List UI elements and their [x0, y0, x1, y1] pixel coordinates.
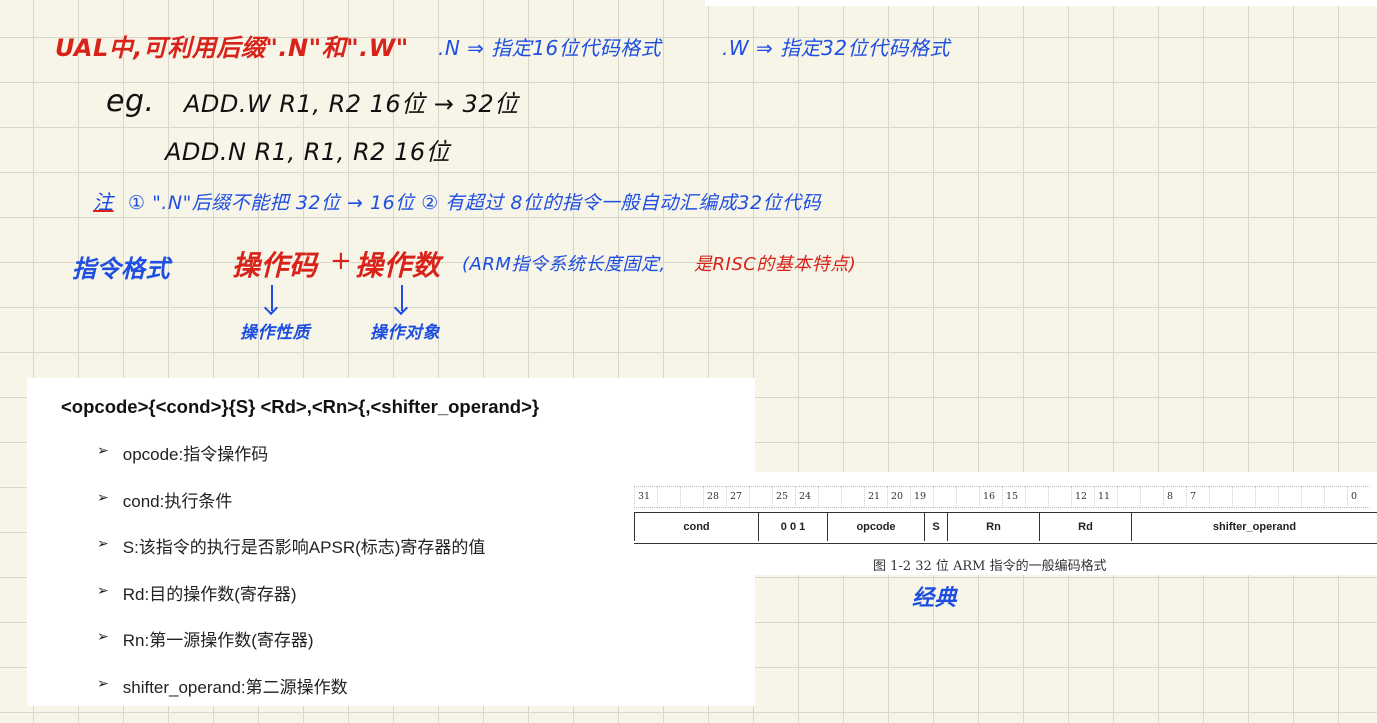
bit-label: [933, 486, 956, 508]
opcode-word: 操作码: [232, 249, 318, 282]
list-item: ➢ cond:执行条件: [97, 487, 485, 534]
arrow-bullet-icon: ➢: [97, 488, 109, 505]
list-item-text: cond:执行条件: [122, 491, 233, 511]
field-rn: Rn: [947, 513, 1039, 541]
bit-label: [1025, 486, 1048, 508]
note-label: 注: [93, 190, 114, 214]
bit-label: 25: [772, 486, 795, 508]
list-item-text: Rd:目的操作数(寄存器): [122, 584, 297, 604]
bit-number-row: 31 28 27 25 24 21 20 19 16 15 12 11 8 7 …: [634, 486, 1370, 508]
field-rd: Rd: [1039, 513, 1131, 541]
field-fixed-bits: 0 0 1: [758, 513, 827, 541]
list-item-text: S:该指令的执行是否影响APSR(标志)寄存器的值: [122, 538, 486, 557]
encoding-figure: 31 28 27 25 24 21 20 19 16 15 12 11 8 7 …: [628, 472, 1377, 575]
eg-line2: ADD.N R1, R1, R2 16位: [165, 138, 451, 166]
list-item-text: shifter_operand:第二源操作数: [122, 677, 348, 697]
field-list: ➢ opcode:指令操作码 ➢ cond:执行条件 ➢ S:该指令的执行是否影响AP…: [97, 440, 485, 719]
bit-label: 16: [979, 486, 1002, 508]
list-item: ➢ S:该指令的执行是否影响APSR(标志)寄存器的值: [97, 533, 485, 580]
bit-label: [657, 486, 680, 508]
bit-label: 12: [1071, 486, 1094, 508]
note-line1-n: .N ⇒ 指定16位代码格式: [438, 36, 662, 60]
down-arrow-icon: [401, 285, 403, 311]
pasted-image-edge: [705, 0, 1377, 6]
arrow-bullet-icon: ➢: [97, 674, 109, 691]
bit-label: [1301, 486, 1324, 508]
bit-label: 19: [910, 486, 933, 508]
list-item: ➢ shifter_operand:第二源操作数: [97, 673, 485, 720]
list-item: ➢ Rd:目的操作数(寄存器): [97, 580, 485, 627]
bit-label: 21: [864, 486, 887, 508]
eg-label: eg.: [106, 84, 155, 119]
bit-label: [1324, 486, 1347, 508]
list-item-text: Rn:第一源操作数(寄存器): [122, 631, 314, 650]
arrow-bullet-icon: ➢: [97, 628, 109, 644]
bit-label: 20: [887, 486, 910, 508]
arrow-bullet-icon: ➢: [97, 581, 109, 598]
bit-label: 28: [703, 486, 726, 508]
bit-label: [956, 486, 979, 508]
field-cond: cond: [634, 513, 758, 541]
bit-label: [1232, 486, 1255, 508]
arrow-bullet-icon: ➢: [97, 442, 109, 458]
bit-label: 27: [726, 486, 749, 508]
field-shifter-operand: shifter_operand: [1131, 513, 1377, 541]
bit-label: [749, 486, 772, 508]
field-s: S: [924, 513, 947, 541]
operand-note: 操作对象: [370, 323, 440, 343]
list-item-text: opcode:指令操作码: [122, 445, 269, 464]
bit-label: [841, 486, 864, 508]
bit-label: 8: [1163, 486, 1186, 508]
format-syntax: <opcode>{<cond>}{S} <Rd>,<Rn>{,<shifter_…: [61, 396, 540, 417]
bit-label: [1278, 486, 1301, 508]
bit-label: 24: [795, 486, 818, 508]
bit-label: [1209, 486, 1232, 508]
bit-label: 0: [1347, 486, 1370, 508]
instruction-format-label: 指令格式: [72, 255, 170, 283]
list-item: ➢ Rn:第一源操作数(寄存器): [97, 626, 485, 673]
note-line1-w: .W ⇒ 指定32位代码格式: [722, 36, 951, 60]
paren-note-red: 是RISC的基本特点): [694, 254, 857, 275]
arrow-bullet-icon: ➢: [97, 535, 109, 551]
bit-label: [1048, 486, 1071, 508]
operand-word: 操作数: [355, 249, 441, 282]
note-text: ① ".N"后缀不能把 32位 → 16位 ② 有超过 8位的指令一般自动汇编成…: [128, 192, 822, 214]
field-row: cond 0 0 1 opcode S Rn Rd shifter_operan…: [634, 512, 1377, 544]
list-item: ➢ opcode:指令操作码: [97, 440, 485, 487]
note-line1-red: UAL中,可利用后缀".N"和".W": [55, 34, 409, 62]
bit-label: [818, 486, 841, 508]
bit-label: 31: [634, 486, 657, 508]
opcode-note: 操作性质: [240, 323, 310, 343]
bit-label: 15: [1002, 486, 1025, 508]
bit-label: 11: [1094, 486, 1117, 508]
bit-label: [1117, 486, 1140, 508]
bit-label: [1255, 486, 1278, 508]
paren-note-blue: (ARM指令系统长度固定,: [462, 254, 666, 275]
plus-sign: +: [330, 246, 353, 276]
down-arrow-icon: [271, 285, 273, 311]
eg-line1: ADD.W R1, R2 16位 → 32位: [184, 90, 519, 118]
bit-label: [1140, 486, 1163, 508]
field-opcode: opcode: [827, 513, 924, 541]
figure-caption: 图 1-2 32 位 ARM 指令的一般编码格式: [873, 559, 1107, 574]
classic-note: 经典: [912, 586, 958, 611]
bit-label: 7: [1186, 486, 1209, 508]
bit-label: [680, 486, 703, 508]
